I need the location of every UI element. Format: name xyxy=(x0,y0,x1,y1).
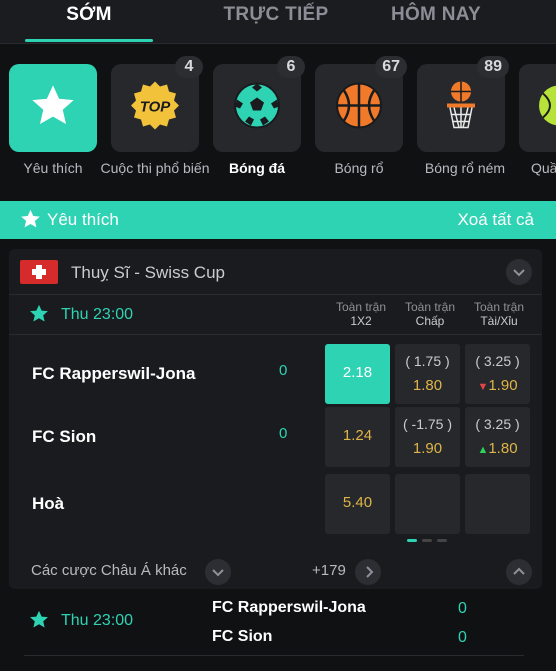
favorite-star-icon[interactable] xyxy=(29,304,49,328)
match-time: Thu 23:00 xyxy=(61,306,134,323)
top-badge-text: TOP xyxy=(140,99,172,116)
odd-1x2-home[interactable]: 2.18 xyxy=(325,344,390,404)
open-match-button[interactable] xyxy=(355,559,381,585)
away-team-name: FC Sion xyxy=(32,427,97,446)
divider xyxy=(24,655,524,656)
top-badge-icon: TOP xyxy=(129,80,181,137)
category-popular[interactable]: 4 TOP xyxy=(111,56,203,152)
odd-1x2-draw[interactable]: 5.40 xyxy=(325,474,390,534)
basketball-icon xyxy=(335,82,383,135)
soccer-ball-icon xyxy=(233,82,281,135)
tab-early[interactable]: SỚM xyxy=(22,4,156,28)
category-label-favorites: Yêu thích xyxy=(23,160,83,176)
category-count-badge: 4 xyxy=(175,56,203,78)
home-team-name: FC Rapperswil-Jona xyxy=(32,364,196,383)
expand-more-bets-button[interactable] xyxy=(205,559,231,585)
match-time-header: Thu 23:00 Toàn trận 1X2 Toàn trận Chấp Toà… xyxy=(9,295,542,335)
column-header-handicap: Toàn trận Chấp xyxy=(404,300,456,328)
category-tennis[interactable] xyxy=(519,64,556,152)
category-soccer[interactable]: 6 xyxy=(213,56,305,152)
trend-down-icon: ▼ xyxy=(477,381,489,393)
category-basketball-throw[interactable]: 89 xyxy=(417,56,509,152)
odd-empty-cell xyxy=(395,474,460,534)
collapse-league-button[interactable] xyxy=(506,259,532,285)
home-team-score: 0 xyxy=(279,362,288,379)
tab-live[interactable]: TRỰC TIẾP xyxy=(205,4,347,28)
chevron-up-icon xyxy=(513,567,525,575)
column-header-over-under: Toàn trận Tài/Xỉu xyxy=(473,300,525,328)
favorites-title: Yêu thích xyxy=(47,210,119,229)
chevron-right-icon xyxy=(366,566,374,578)
collapse-match-button[interactable] xyxy=(506,559,532,585)
sport-category-carousel[interactable]: Yêu thích 4 TOP Cuộc thi phổ biến 6 Bóng… xyxy=(0,44,556,194)
category-label-basketball: Bóng rổ xyxy=(334,160,384,176)
favorite-star-icon[interactable] xyxy=(29,610,49,634)
league-name: Thuỵ Sĩ - Swiss Cup xyxy=(71,263,225,282)
swiss-flag-icon xyxy=(20,260,58,284)
category-label-tennis: Quầ xyxy=(531,160,556,176)
tennis-ball-icon xyxy=(537,84,556,133)
chevron-down-icon xyxy=(513,269,525,277)
more-bets-row: Các cược Châu Á khác +179 xyxy=(9,553,542,589)
category-label-basketball-throw: Bóng rổ ném xyxy=(424,160,506,176)
away-team-name: FC Sion xyxy=(212,628,273,645)
category-count-badge: 67 xyxy=(375,56,407,78)
star-icon xyxy=(20,209,41,234)
draw-label: Hoà xyxy=(32,494,65,513)
more-bets-count[interactable]: +179 xyxy=(312,562,346,579)
category-favorites[interactable] xyxy=(9,64,97,152)
top-tab-bar: SỚM TRỰC TIẾP HÔM NAY xyxy=(0,0,556,44)
tab-today[interactable]: HÔM NAY xyxy=(372,4,500,28)
league-header[interactable]: Thuỵ Sĩ - Swiss Cup xyxy=(9,249,542,295)
match-card: Thuỵ Sĩ - Swiss Cup Thu 23:00 Toàn trận 1… xyxy=(9,249,542,589)
active-tab-indicator xyxy=(25,39,153,42)
star-icon xyxy=(30,84,76,133)
next-match-row[interactable]: Thu 23:00 FC Rapperswil-Jona FC Sion 0 0 xyxy=(9,590,542,671)
odd-1x2-away[interactable]: 1.24 xyxy=(325,407,390,467)
match-time: Thu 23:00 xyxy=(61,612,134,629)
favorites-header-bar: Yêu thích Xoá tất cả xyxy=(0,201,556,239)
basketball-hoop-icon xyxy=(441,80,481,137)
category-basketball[interactable]: 67 xyxy=(315,56,407,152)
category-count-badge: 6 xyxy=(277,56,305,78)
odd-empty-cell xyxy=(465,474,530,534)
away-team-score: 0 xyxy=(279,425,288,442)
more-asian-bets-link[interactable]: Các cược Châu Á khác xyxy=(31,562,187,579)
odd-under[interactable]: ( 3.25 ) ▲1.80 xyxy=(465,407,530,467)
column-header-1x2: Toàn trận 1X2 xyxy=(335,300,387,328)
clear-all-button[interactable]: Xoá tất cả xyxy=(457,210,534,230)
away-team-score: 0 xyxy=(458,629,467,646)
odd-over[interactable]: ( 3.25 ) ▼1.90 xyxy=(465,344,530,404)
category-count-badge: 89 xyxy=(477,56,509,78)
home-team-name: FC Rapperswil-Jona xyxy=(212,599,366,616)
odd-handicap-away[interactable]: ( -1.75 ) 1.90 xyxy=(395,407,460,467)
trend-up-icon: ▲ xyxy=(477,444,489,456)
chevron-down-icon xyxy=(212,569,224,577)
odd-handicap-home[interactable]: ( 1.75 ) 1.80 xyxy=(395,344,460,404)
home-team-score: 0 xyxy=(458,600,467,617)
category-label-soccer: Bóng đá xyxy=(229,160,285,176)
category-label-popular: Cuộc thi phổ biến xyxy=(100,160,210,176)
